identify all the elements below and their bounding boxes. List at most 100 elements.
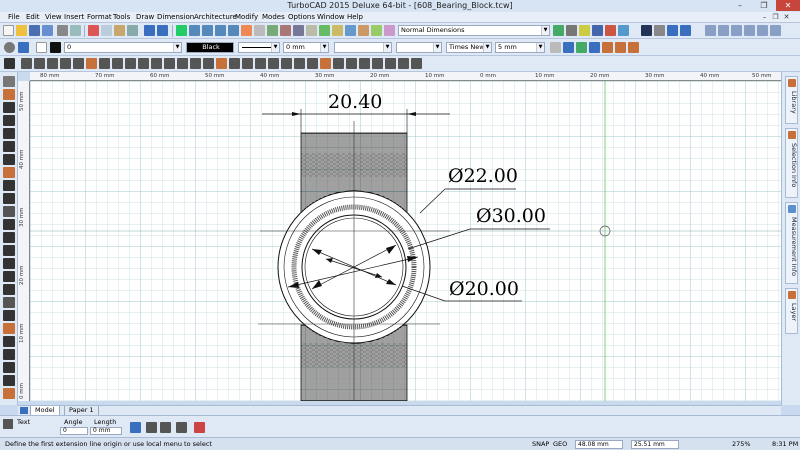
selection-info-panel-tab[interactable]: Selection Info <box>785 128 798 198</box>
print-preview-icon[interactable] <box>70 25 81 36</box>
snap-divide-icon[interactable] <box>177 58 188 69</box>
chevron-down-icon[interactable]: ▼ <box>541 26 549 35</box>
snap-distance-icon[interactable] <box>190 58 201 69</box>
pencil-icon[interactable] <box>605 25 616 36</box>
dimension-style-select[interactable]: Normal Dimensions ▼ <box>398 25 550 36</box>
view-icon[interactable] <box>293 25 304 36</box>
drawing-svg[interactable]: 20.40 Ø22.00 Ø30.00 Ø20.00 <box>30 81 781 401</box>
snap-grid-icon[interactable] <box>176 25 187 36</box>
chevron-down-icon[interactable]: ▼ <box>320 43 328 52</box>
pen-icon[interactable] <box>602 42 613 53</box>
explode-tool-icon[interactable] <box>3 297 15 308</box>
layer-manager-icon[interactable] <box>18 42 29 53</box>
menu-insert[interactable]: Insert <box>64 13 84 21</box>
print-icon[interactable] <box>57 25 68 36</box>
layer-icon[interactable] <box>267 25 278 36</box>
arrow-left-icon[interactable] <box>667 25 678 36</box>
inspector-option-icon[interactable] <box>160 422 171 433</box>
brush-select[interactable]: ▼ <box>396 42 442 53</box>
nav-undo-icon[interactable] <box>757 25 768 36</box>
nav-back-icon[interactable] <box>705 25 716 36</box>
dim-text-diameter-20[interactable]: Ø20.00 <box>449 278 519 300</box>
shade-icon[interactable] <box>319 25 330 36</box>
minimize-button[interactable]: – <box>728 0 752 11</box>
snap-quadrant-icon[interactable] <box>86 58 97 69</box>
menu-dimension[interactable]: Dimension <box>157 13 194 21</box>
table-icon[interactable] <box>654 25 665 36</box>
pattern-select[interactable]: ▼ <box>334 42 392 53</box>
polygon-tool-icon[interactable] <box>3 167 15 178</box>
menu-draw[interactable]: Draw <box>136 13 154 21</box>
menu-modify[interactable]: Modify <box>235 13 258 21</box>
save-all-icon[interactable] <box>42 25 53 36</box>
mdi-minimize-button[interactable]: – <box>760 13 769 21</box>
cut-icon[interactable] <box>88 25 99 36</box>
line-tool-icon[interactable] <box>3 115 15 126</box>
layer-color-icon[interactable] <box>589 42 600 53</box>
wrench-tool-icon[interactable] <box>3 219 15 230</box>
workplane-icon[interactable] <box>280 25 291 36</box>
close-button[interactable]: ✕ <box>776 0 800 11</box>
delete-icon[interactable] <box>127 25 138 36</box>
snap-world-icon[interactable] <box>411 58 422 69</box>
menu-architecture[interactable]: Architecture <box>194 13 237 21</box>
nav-redo-icon[interactable] <box>744 25 755 36</box>
mirror-tool-icon[interactable] <box>3 336 15 347</box>
material-icon[interactable] <box>345 25 356 36</box>
figure-icon[interactable] <box>628 42 639 53</box>
render-icon[interactable] <box>254 25 265 36</box>
chevron-down-icon[interactable]: ▼ <box>271 43 279 52</box>
menu-format[interactable]: Format <box>87 13 112 21</box>
snap-edge-icon[interactable] <box>359 58 370 69</box>
properties-icon[interactable] <box>371 25 382 36</box>
point-tool-icon[interactable] <box>3 102 15 113</box>
snap-intersection-icon[interactable] <box>99 58 110 69</box>
zoom-out-icon[interactable] <box>215 25 226 36</box>
snap-grid-point-icon[interactable] <box>203 58 214 69</box>
curve-tool-icon[interactable] <box>3 154 15 165</box>
save-icon[interactable] <box>29 25 40 36</box>
menu-edit[interactable]: Edit <box>26 13 40 21</box>
tag-icon[interactable] <box>579 25 590 36</box>
menu-window[interactable]: Window <box>317 13 345 21</box>
dim-text-diameter-30[interactable]: Ø30.00 <box>476 205 546 227</box>
camera-icon[interactable] <box>306 25 317 36</box>
text-tool-icon[interactable] <box>3 258 15 269</box>
menu-options[interactable]: Options <box>288 13 315 21</box>
symbol-tool-icon[interactable] <box>3 323 15 334</box>
inspector-option-icon[interactable] <box>130 422 141 433</box>
measurement-info-panel-tab[interactable]: Measurement Info <box>785 202 798 284</box>
dimension-style-icon[interactable] <box>553 25 564 36</box>
drawing-canvas[interactable]: 20.40 Ø22.00 Ø30.00 Ø20.00 <box>30 81 781 401</box>
font-select[interactable]: Times New Ro ▼ <box>446 42 492 53</box>
snap-view-icon[interactable] <box>385 58 396 69</box>
array-tool-icon[interactable] <box>3 349 15 360</box>
maximize-button[interactable]: ❐ <box>752 0 776 11</box>
snap-face-icon[interactable] <box>372 58 383 69</box>
nav-up-icon[interactable] <box>718 25 729 36</box>
block-icon[interactable] <box>358 25 369 36</box>
nav-forward-icon[interactable] <box>731 25 742 36</box>
snap-center-icon[interactable] <box>73 58 84 69</box>
measure-tool-icon[interactable] <box>3 375 15 386</box>
arrow-right-icon[interactable] <box>680 25 691 36</box>
menu-modes[interactable]: Modes <box>262 13 285 21</box>
snap-free-icon[interactable] <box>21 58 32 69</box>
snap-drawing-aid-icon[interactable] <box>229 58 240 69</box>
menu-help[interactable]: Help <box>347 13 363 21</box>
cross-tool-icon[interactable] <box>3 193 15 204</box>
inspector-option-icon[interactable] <box>176 422 187 433</box>
layer-select[interactable]: 0 ▼ <box>64 42 182 53</box>
copy-icon[interactable] <box>101 25 112 36</box>
light-icon[interactable] <box>332 25 343 36</box>
snap-align-icon[interactable] <box>268 58 279 69</box>
line-style-select[interactable]: ▼ <box>238 42 280 53</box>
new-file-icon[interactable] <box>3 25 14 36</box>
library-panel-tab[interactable]: Library <box>785 76 798 124</box>
snap-relative-icon[interactable] <box>281 58 292 69</box>
snap-parallel-icon[interactable] <box>138 58 149 69</box>
person-icon[interactable] <box>615 42 626 53</box>
snap-apparent-icon[interactable] <box>164 58 175 69</box>
hatch-icon[interactable] <box>641 25 652 36</box>
paste-icon[interactable] <box>114 25 125 36</box>
